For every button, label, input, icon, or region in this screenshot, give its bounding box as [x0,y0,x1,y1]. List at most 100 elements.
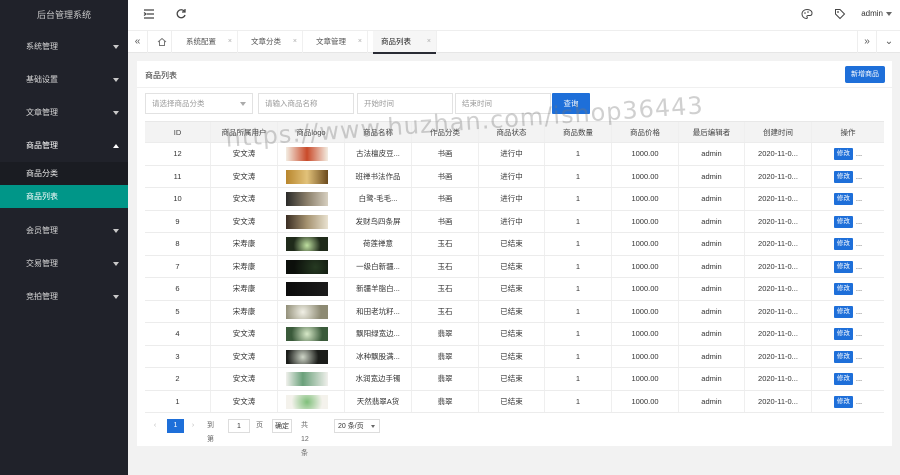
more-actions-icon[interactable]: ... [856,352,862,361]
edit-button[interactable]: 修改 [833,328,853,341]
menu-system[interactable]: 系统管理 [0,30,128,63]
page-button-current[interactable]: 1 [167,419,184,433]
close-icon[interactable]: × [228,31,232,53]
product-thumbnail[interactable] [286,394,328,409]
col-header[interactable]: 作品分类 [412,122,479,142]
table-row: 12 安文涛 古法檀皮豆... 书画 进行中 1 1000.00 admin 2020-11-0… [145,143,884,166]
home-tab-icon[interactable] [152,31,172,53]
page-title: 商品列表 [145,71,177,80]
edit-button[interactable]: 修改 [833,373,853,386]
edit-button[interactable]: 修改 [833,283,853,296]
category-select[interactable]: 请选择商品分类 [145,93,253,114]
tabs-scroll-left-icon[interactable]: « [128,31,148,53]
more-actions-icon[interactable]: ... [856,374,862,383]
tab-article-manage[interactable]: 文章管理 × [308,31,368,53]
edit-button[interactable]: 修改 [833,193,853,206]
col-header[interactable]: 操作 [812,122,884,142]
edit-button[interactable]: 修改 [833,350,853,363]
query-button[interactable]: 查询 [552,93,590,114]
col-header[interactable]: 最后编辑者 [679,122,745,142]
product-thumbnail[interactable] [286,304,328,319]
goto-page-input[interactable]: 1 [228,419,250,433]
col-header[interactable]: 商品logo [278,122,345,142]
tag-icon[interactable] [833,8,847,22]
col-header[interactable]: 商品数量 [545,122,612,142]
tab-product-list[interactable]: 商品列表 × [373,31,437,54]
menu-articles[interactable]: 文章管理 [0,96,128,129]
more-actions-icon[interactable]: ... [856,307,862,316]
product-thumbnail[interactable] [286,192,328,206]
close-icon[interactable]: × [427,31,431,53]
edit-button[interactable]: 修改 [833,238,853,251]
product-thumbnail[interactable] [286,237,328,251]
start-time-input[interactable]: 开始时间 [357,93,453,114]
more-actions-icon[interactable]: ... [856,239,862,248]
edit-button[interactable]: 修改 [833,395,853,408]
product-thumbnail[interactable] [286,282,328,296]
tab-article-category[interactable]: 文章分类 × [243,31,303,53]
more-actions-icon[interactable]: ... [856,284,862,293]
more-actions-icon[interactable]: ... [856,262,862,271]
more-actions-icon[interactable]: ... [856,172,862,181]
product-thumbnail[interactable] [286,169,328,184]
product-thumbnail[interactable] [286,147,328,161]
submenu-product-list[interactable]: 商品列表 [0,185,128,208]
menu-label: 商品管理 [26,141,58,150]
menu-members[interactable]: 会员管理 [0,214,128,247]
menu-auctions[interactable]: 竞拍管理 [0,280,128,313]
menu-basic-settings[interactable]: 基础设置 [0,63,128,96]
edit-button[interactable]: 修改 [833,148,853,161]
more-actions-icon[interactable]: ... [856,194,862,203]
cell-id: 12 [145,143,211,165]
product-thumbnail[interactable] [286,349,328,364]
more-actions-icon[interactable]: ... [856,149,862,158]
col-header[interactable]: 商品价格 [612,122,679,142]
edit-button[interactable]: 修改 [833,215,853,228]
cell-category: 书画 [412,188,479,210]
refresh-icon[interactable] [174,8,188,22]
user-menu[interactable]: admin [861,9,892,18]
add-product-button[interactable]: 新增商品 [845,66,885,83]
close-icon[interactable]: × [358,31,362,53]
tabs-menu-icon[interactable]: ⌄ [879,31,899,53]
close-icon[interactable]: × [293,31,297,53]
page-size-select[interactable]: 20 条/页 [334,419,380,433]
col-header[interactable]: 创建时间 [745,122,812,142]
tab-label: 文章管理 [316,37,346,46]
cell-actions: 修改... [812,278,884,300]
product-thumbnail[interactable] [286,214,328,229]
tabs-scroll-right-icon[interactable]: » [857,31,877,53]
menu-fold-icon[interactable] [142,8,156,22]
table-row: 10 安文涛 白鹭-毛毛... 书画 进行中 1 1000.00 admin 2020-11-0… [145,188,884,211]
prev-page-icon[interactable]: ‹ [149,419,161,433]
more-actions-icon[interactable]: ... [856,217,862,226]
menu-products[interactable]: 商品管理 [0,129,128,162]
col-header[interactable]: 商品名称 [345,122,412,142]
caret-down-icon [113,111,119,115]
cell-id: 10 [145,188,211,210]
next-page-icon[interactable]: › [187,419,199,433]
col-header[interactable]: 商品状态 [479,122,545,142]
product-thumbnail[interactable] [286,372,328,386]
menu-trades[interactable]: 交易管理 [0,247,128,280]
chevron-down-icon [240,102,246,106]
tab-system-config[interactable]: 系统配置 × [178,31,238,53]
submenu-product-category[interactable]: 商品分类 [0,162,128,185]
end-time-input[interactable]: 结束时间 [455,93,551,114]
cell-category: 玉石 [412,255,479,277]
product-name-input[interactable]: 请输入商品名称 [258,93,354,114]
product-thumbnail[interactable] [286,259,328,274]
cell-user: 安文涛 [211,188,278,210]
edit-button[interactable]: 修改 [833,260,853,273]
goto-confirm-button[interactable]: 确定 [272,419,292,433]
edit-button[interactable]: 修改 [833,305,853,318]
col-header[interactable]: 商品所属用户 [211,122,278,142]
more-actions-icon[interactable]: ... [856,397,862,406]
more-actions-icon[interactable]: ... [856,329,862,338]
cell-editor: admin [679,233,745,255]
cell-actions: 修改... [812,211,884,233]
edit-button[interactable]: 修改 [833,170,853,183]
col-header[interactable]: ID [145,122,211,142]
product-thumbnail[interactable] [286,327,328,341]
theme-icon[interactable] [800,8,814,22]
